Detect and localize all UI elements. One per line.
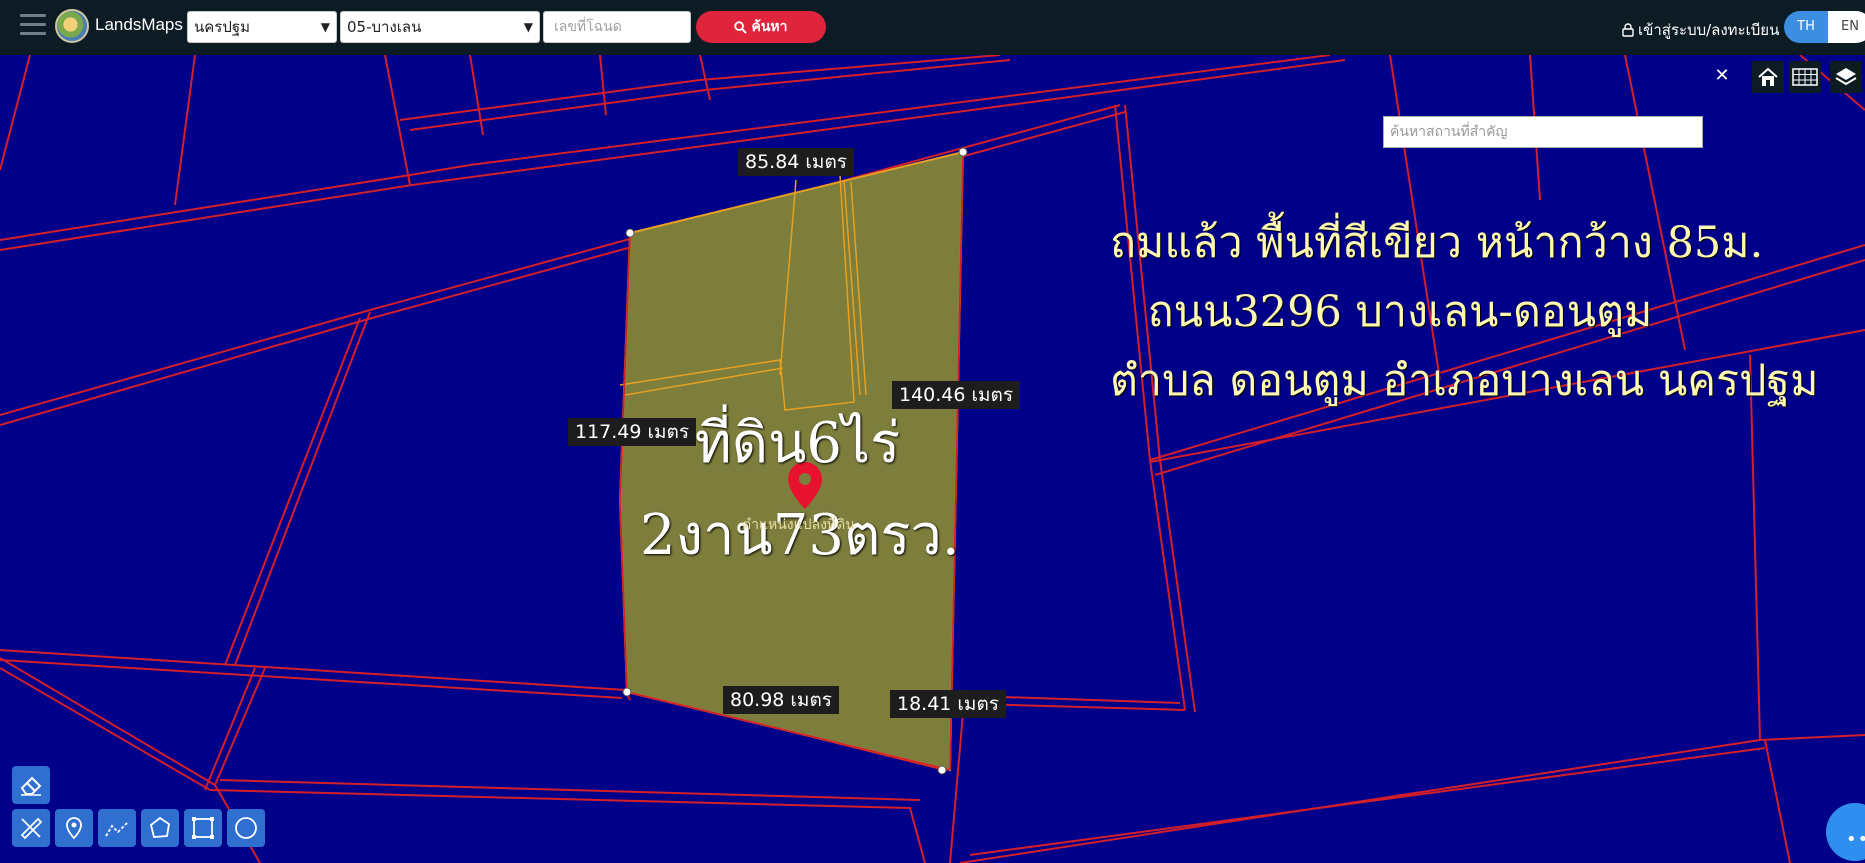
grid-button[interactable]: [1789, 61, 1821, 93]
layers-button[interactable]: [1830, 61, 1862, 93]
polyline-tool[interactable]: [98, 809, 136, 847]
measure-tool[interactable]: [12, 809, 50, 847]
close-icon[interactable]: ✕: [1712, 62, 1732, 90]
grid-icon: [1792, 68, 1818, 86]
lock-icon: [1622, 23, 1634, 37]
province-select[interactable]: นครปฐม ▼: [187, 11, 337, 43]
description-line-1: ถมแล้ว พื้นที่สีเขียว หน้ากว้าง 85ม.: [1110, 218, 1764, 268]
pin-label: ตำแหน่งแปลงที่ดิน: [742, 517, 855, 533]
more-dots-icon: •••: [1846, 829, 1865, 850]
description-line-3: ตำบล ดอนตูม อำเภอบางเลน นครปฐม: [1110, 356, 1819, 406]
caret-down-icon: ▼: [320, 20, 330, 34]
landsmaps-logo: [55, 9, 89, 43]
deed-number-input[interactable]: [543, 11, 691, 43]
circle-tool[interactable]: [227, 809, 265, 847]
rectangle-icon: [192, 817, 214, 839]
distance-label-top: 85.84 เมตร: [738, 148, 854, 176]
layers-icon: [1835, 68, 1857, 86]
ruler-icon: [20, 817, 43, 840]
polyline-icon: [105, 821, 129, 837]
search-button-label: ค้นหา: [751, 19, 788, 35]
circle-icon: [235, 817, 257, 839]
description-line-2: ถนน3296 บางเลน-ดอนตูม: [1147, 287, 1653, 337]
distance-label-bottom: 80.98 เมตร: [723, 686, 839, 714]
eraser-tool[interactable]: [12, 766, 50, 804]
marker-tool[interactable]: [55, 809, 93, 847]
distance-label-bottom-right: 18.41 เมตร: [890, 690, 1006, 718]
parcel-area-line1: ที่ดิน6ไร่: [694, 411, 901, 476]
place-search-input[interactable]: [1383, 116, 1703, 148]
lang-th-button[interactable]: TH: [1784, 11, 1828, 43]
top-bar: LandsMaps นครปฐม ▼ 05-บางเลน ▼ ค้นหา เข้…: [0, 0, 1865, 55]
province-value: นครปฐม: [194, 18, 251, 36]
search-button[interactable]: ค้นหา: [696, 11, 826, 43]
amphur-value: 05-บางเลน: [347, 18, 422, 36]
login-label: เข้าสู่ระบบ/ลงทะเบียน: [1638, 21, 1780, 39]
rectangle-tool[interactable]: [184, 809, 222, 847]
caret-down-icon: ▼: [523, 20, 533, 34]
amphur-select[interactable]: 05-บางเลน ▼: [340, 11, 540, 43]
lang-en-button[interactable]: EN: [1828, 11, 1865, 43]
eraser-icon: [20, 776, 42, 796]
home-button[interactable]: [1752, 61, 1784, 93]
home-icon: [1758, 67, 1778, 86]
brand-name: LandsMaps: [95, 15, 183, 34]
search-icon: [734, 20, 748, 34]
marker-icon: [66, 817, 82, 840]
polygon-tool[interactable]: [141, 809, 179, 847]
menu-icon[interactable]: [20, 14, 46, 38]
login-link[interactable]: เข้าสู่ระบบ/ลงทะเบียน: [1622, 18, 1779, 42]
polygon-icon: [149, 816, 170, 838]
